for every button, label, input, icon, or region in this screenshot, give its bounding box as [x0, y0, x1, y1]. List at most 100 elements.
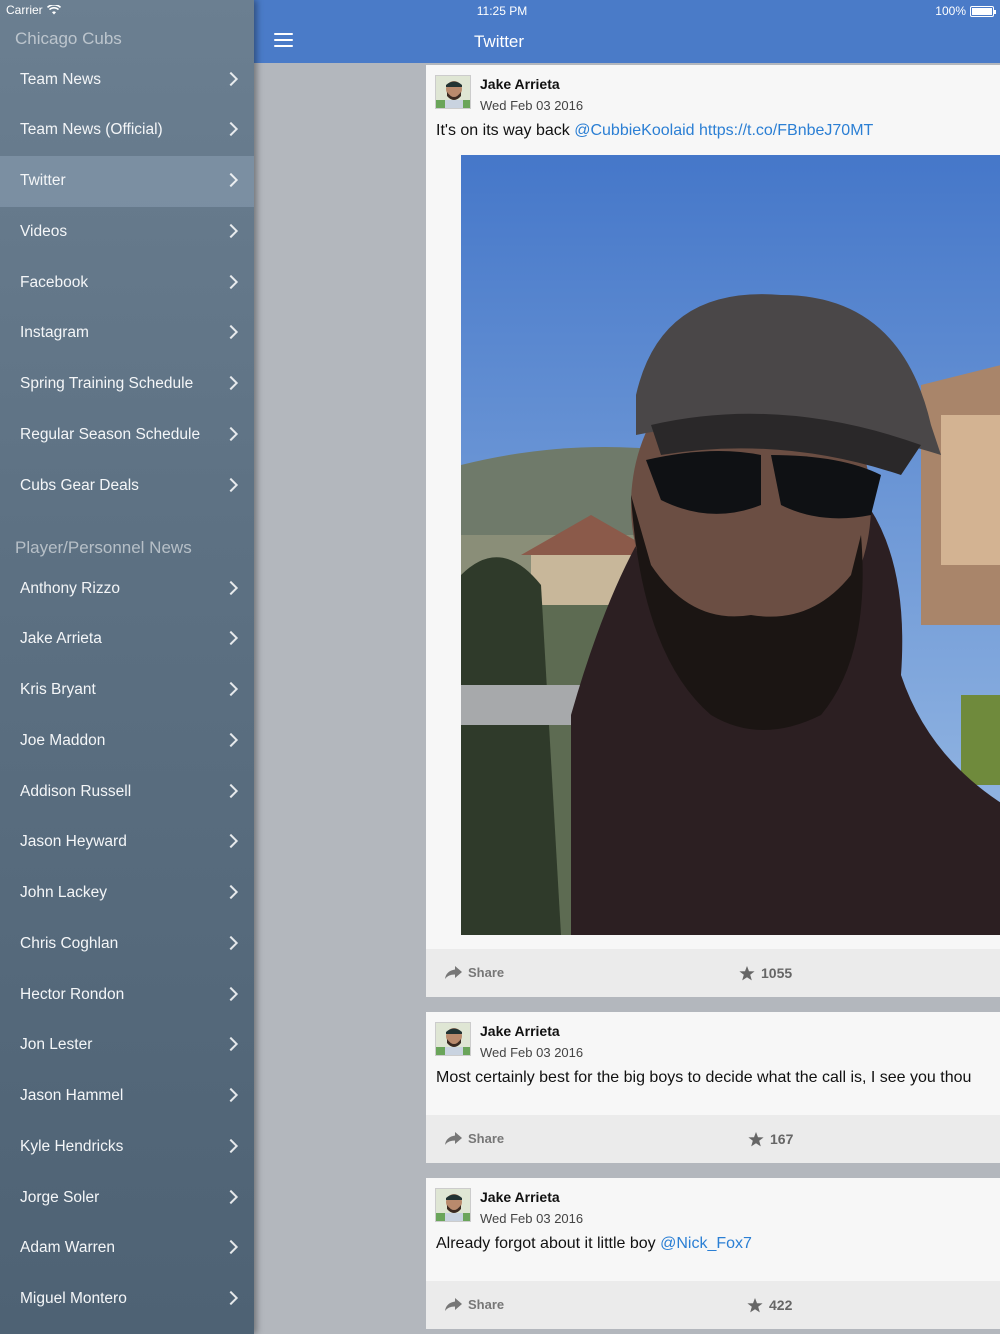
tweet-footer: Share 1055 [426, 949, 1000, 997]
tweet-date: Wed Feb 03 2016 [480, 98, 584, 113]
chevron-right-icon [223, 1240, 239, 1255]
chevron-right-icon [223, 1037, 239, 1052]
chevron-right-icon [223, 71, 239, 86]
sidebar-item-team-news[interactable]: Team News [0, 54, 254, 105]
sidebar-item-hector-rondon[interactable]: Hector Rondon [0, 969, 254, 1020]
tweet-card: Jake Arrieta Wed Feb 03 2016 It's on its… [426, 65, 1000, 997]
tweet-text: Already forgot about it little boy @Nick… [436, 1235, 752, 1253]
tweet-text: Most certainly best for the big boys to … [436, 1069, 972, 1086]
sidebar-item-jon-lester[interactable]: Jon Lester [0, 1020, 254, 1071]
main-content: 11:25 PM 100% Jake Arrieta Wed Feb 03 20… [254, 0, 1000, 1334]
tweet-text-body: Already forgot about it little boy [436, 1235, 661, 1252]
favorite-button[interactable]: 1055 [739, 965, 792, 981]
favorite-count: 167 [770, 1131, 794, 1147]
tweet-body: Jake Arrieta Wed Feb 03 2016 Already for… [426, 1178, 1000, 1281]
sidebar-item-label: Videos [20, 222, 68, 240]
sidebar-item-spring-training-schedule[interactable]: Spring Training Schedule [0, 359, 254, 410]
status-carrier: Carrier [6, 3, 61, 17]
sidebar-item-label: Team News [20, 70, 101, 88]
tweet-mention-link[interactable]: @CubbieKoolaid [574, 122, 694, 139]
sidebar-item-anthony-rizzo[interactable]: Anthony Rizzo [0, 563, 254, 614]
sidebar-item-label: Anthony Rizzo [20, 579, 120, 597]
sidebar-item-label: Regular Season Schedule [20, 425, 201, 443]
sidebar-item-chris-coghlan[interactable]: Chris Coghlan [0, 918, 254, 969]
sidebar-item-label: Jake Arrieta [20, 630, 102, 648]
sidebar-item-joe-maddon[interactable]: Joe Maddon [0, 715, 254, 766]
sidebar-item-jason-hammel[interactable]: Jason Hammel [0, 1071, 254, 1122]
share-button[interactable]: Share [445, 965, 504, 980]
sidebar-item-label: Twitter [20, 172, 66, 189]
sidebar-item-facebook[interactable]: Facebook [0, 257, 254, 308]
sidebar-item-jason-heyward[interactable]: Jason Heyward [0, 817, 254, 868]
sidebar-item-john-lackey[interactable]: John Lackey [0, 868, 254, 919]
sidebar-item-label: Facebook [20, 273, 89, 291]
avatar[interactable] [435, 75, 471, 109]
hamburger-menu-icon[interactable] [274, 33, 293, 48]
sidebar-item-label: Jason Heyward [20, 833, 127, 851]
chevron-right-icon [223, 580, 239, 595]
sidebar-item-label: Kris Bryant [20, 681, 96, 698]
favorite-button[interactable]: 167 [748, 1131, 793, 1147]
share-button[interactable]: Share [445, 1297, 504, 1312]
sidebar-item-label: Chris Coghlan [20, 934, 119, 952]
sidebar-item-kris-bryant[interactable]: Kris Bryant [0, 665, 254, 716]
avatar[interactable] [435, 1188, 471, 1222]
sidebar-item-label: Hector Rondon [20, 985, 125, 1003]
tweet-mention-link[interactable]: @Nick_Fox7 [660, 1235, 752, 1252]
sidebar-item-team-news-official[interactable]: Team News (Official) [0, 105, 254, 156]
sidebar: Carrier Chicago Cubs Team News Team News … [0, 0, 254, 1334]
tweet-date: Wed Feb 03 2016 [480, 1211, 584, 1226]
carrier-label: Carrier [6, 3, 43, 17]
chevron-right-icon [223, 986, 239, 1001]
chevron-right-icon [223, 172, 239, 188]
chevron-right-icon [223, 783, 239, 798]
chevron-right-icon [223, 1087, 239, 1103]
favorite-count: 1055 [761, 965, 793, 981]
sidebar-item-label: Spring Training Schedule [20, 375, 194, 392]
wifi-icon [46, 5, 61, 15]
sidebar-item-jake-arrieta[interactable]: Jake Arrieta [0, 614, 254, 665]
sidebar-item-label: Jorge Soler [20, 1188, 100, 1206]
tweet-footer: Share 167 [426, 1115, 1000, 1163]
chevron-right-icon [223, 732, 239, 747]
favorite-button[interactable]: 422 [747, 1297, 792, 1313]
sidebar-item-instagram[interactable]: Instagram [0, 308, 254, 359]
chevron-right-icon [223, 1189, 239, 1204]
share-arrow-icon [445, 1298, 462, 1311]
sidebar-item-cubs-gear-deals[interactable]: Cubs Gear Deals [0, 460, 254, 511]
sidebar-item-label: John Lackey [20, 884, 108, 901]
sidebar-item-jorge-soler[interactable]: Jorge Soler [0, 1172, 254, 1223]
tweet-author[interactable]: Jake Arrieta [480, 76, 560, 92]
sidebar-item-videos[interactable]: Videos [0, 206, 254, 257]
tweet-url-link[interactable]: https://t.co/FBnbeJ70MT [695, 122, 873, 139]
tweet-body: Jake Arrieta Wed Feb 03 2016 Most certai… [426, 1012, 1000, 1115]
chevron-right-icon [223, 1138, 239, 1153]
sidebar-item-addison-russell[interactable]: Addison Russell [0, 766, 254, 817]
star-icon [747, 1297, 763, 1312]
tweet-photo[interactable] [461, 155, 1000, 935]
chevron-right-icon [223, 426, 239, 441]
sidebar-item-adam-warren[interactable]: Adam Warren [0, 1223, 254, 1274]
status-battery: 100% [935, 4, 996, 18]
chevron-right-icon [223, 1290, 239, 1306]
sidebar-item-miguel-montero[interactable]: Miguel Montero [0, 1274, 254, 1325]
tweet-card: Jake Arrieta Wed Feb 03 2016 Most certai… [426, 1012, 1000, 1163]
battery-icon [970, 5, 996, 17]
sidebar-item-label: Miguel Montero [20, 1290, 127, 1307]
chevron-right-icon [223, 631, 239, 646]
status-time: 11:25 PM [476, 4, 528, 18]
sidebar-item-twitter[interactable]: Twitter [0, 155, 254, 207]
share-button[interactable]: Share [445, 1131, 504, 1146]
avatar[interactable] [435, 1022, 471, 1056]
tweet-author[interactable]: Jake Arrieta [480, 1189, 560, 1205]
share-label: Share [468, 1131, 505, 1146]
share-label: Share [468, 965, 505, 980]
chevron-right-icon [223, 375, 239, 391]
sidebar-item-regular-season-schedule[interactable]: Regular Season Schedule [0, 409, 254, 460]
sidebar-item-label: Instagram [20, 324, 89, 342]
sidebar-item-kyle-hendricks[interactable]: Kyle Hendricks [0, 1121, 254, 1172]
tweet-author[interactable]: Jake Arrieta [480, 1023, 560, 1039]
chevron-right-icon [223, 223, 239, 238]
favorite-count: 422 [769, 1297, 793, 1313]
sidebar-item-label: Kyle Hendricks [20, 1137, 124, 1155]
